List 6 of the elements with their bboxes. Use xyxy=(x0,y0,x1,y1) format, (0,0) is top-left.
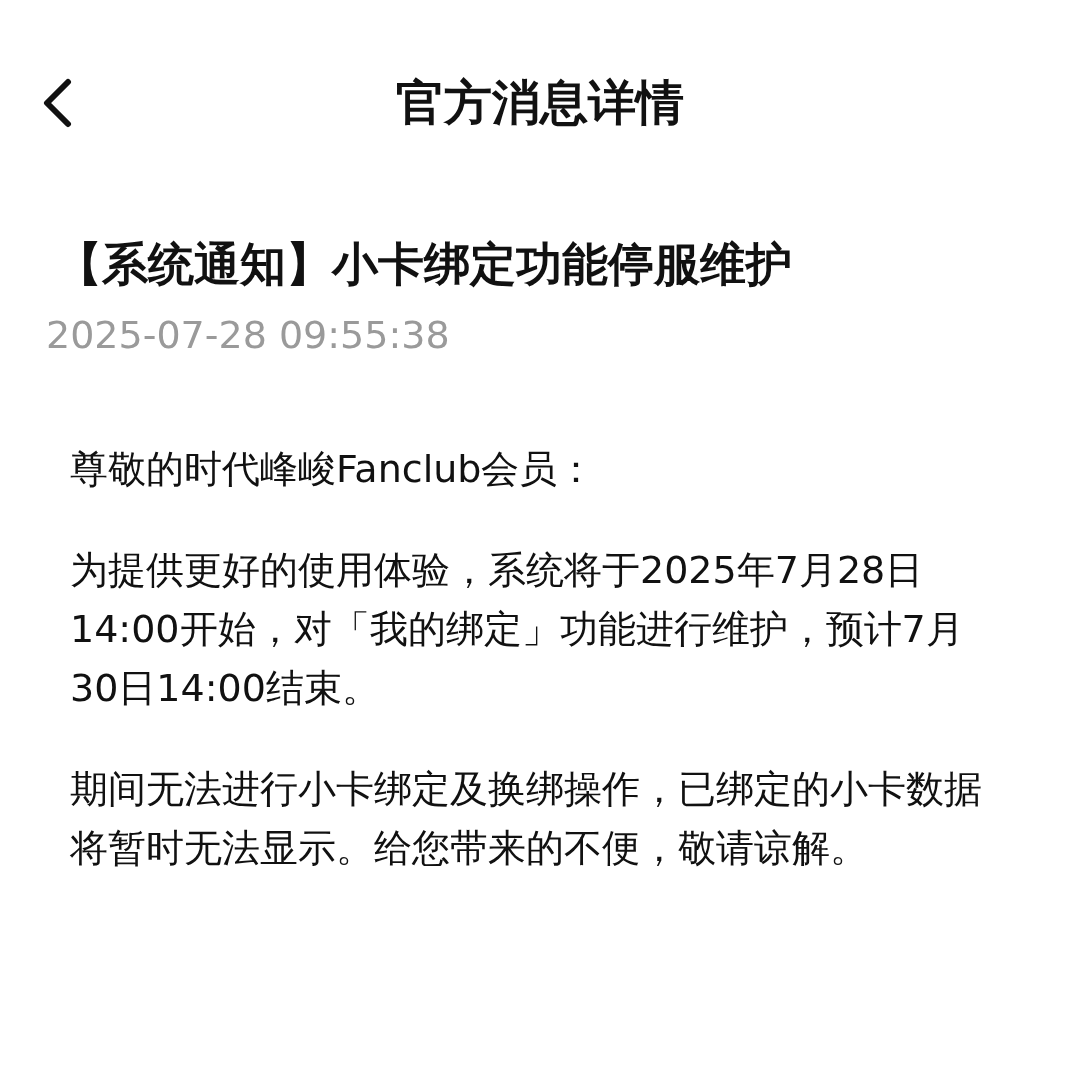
message-title: 【系统通知】小卡绑定功能停服维护 xyxy=(55,236,793,292)
page-title: 官方消息详情 xyxy=(396,73,684,132)
message-paragraph: 期间无法进行小卡绑定及换绑操作，已绑定的小卡数据将暂时无法显示。给您带来的不便，敬请谅解。 xyxy=(70,766,983,872)
message-time: 2025-07-28 09:55:38 xyxy=(45,312,451,359)
message-paragraph: 为提供更好的使用体验，系统将于2025年7月28日14:00开始，对「我的绑定」功能进行维护，预计7月30日14:00结束。 xyxy=(70,547,965,712)
message-paragraph: 尊敬的时代峰峻Fanclub会员： xyxy=(70,446,597,493)
